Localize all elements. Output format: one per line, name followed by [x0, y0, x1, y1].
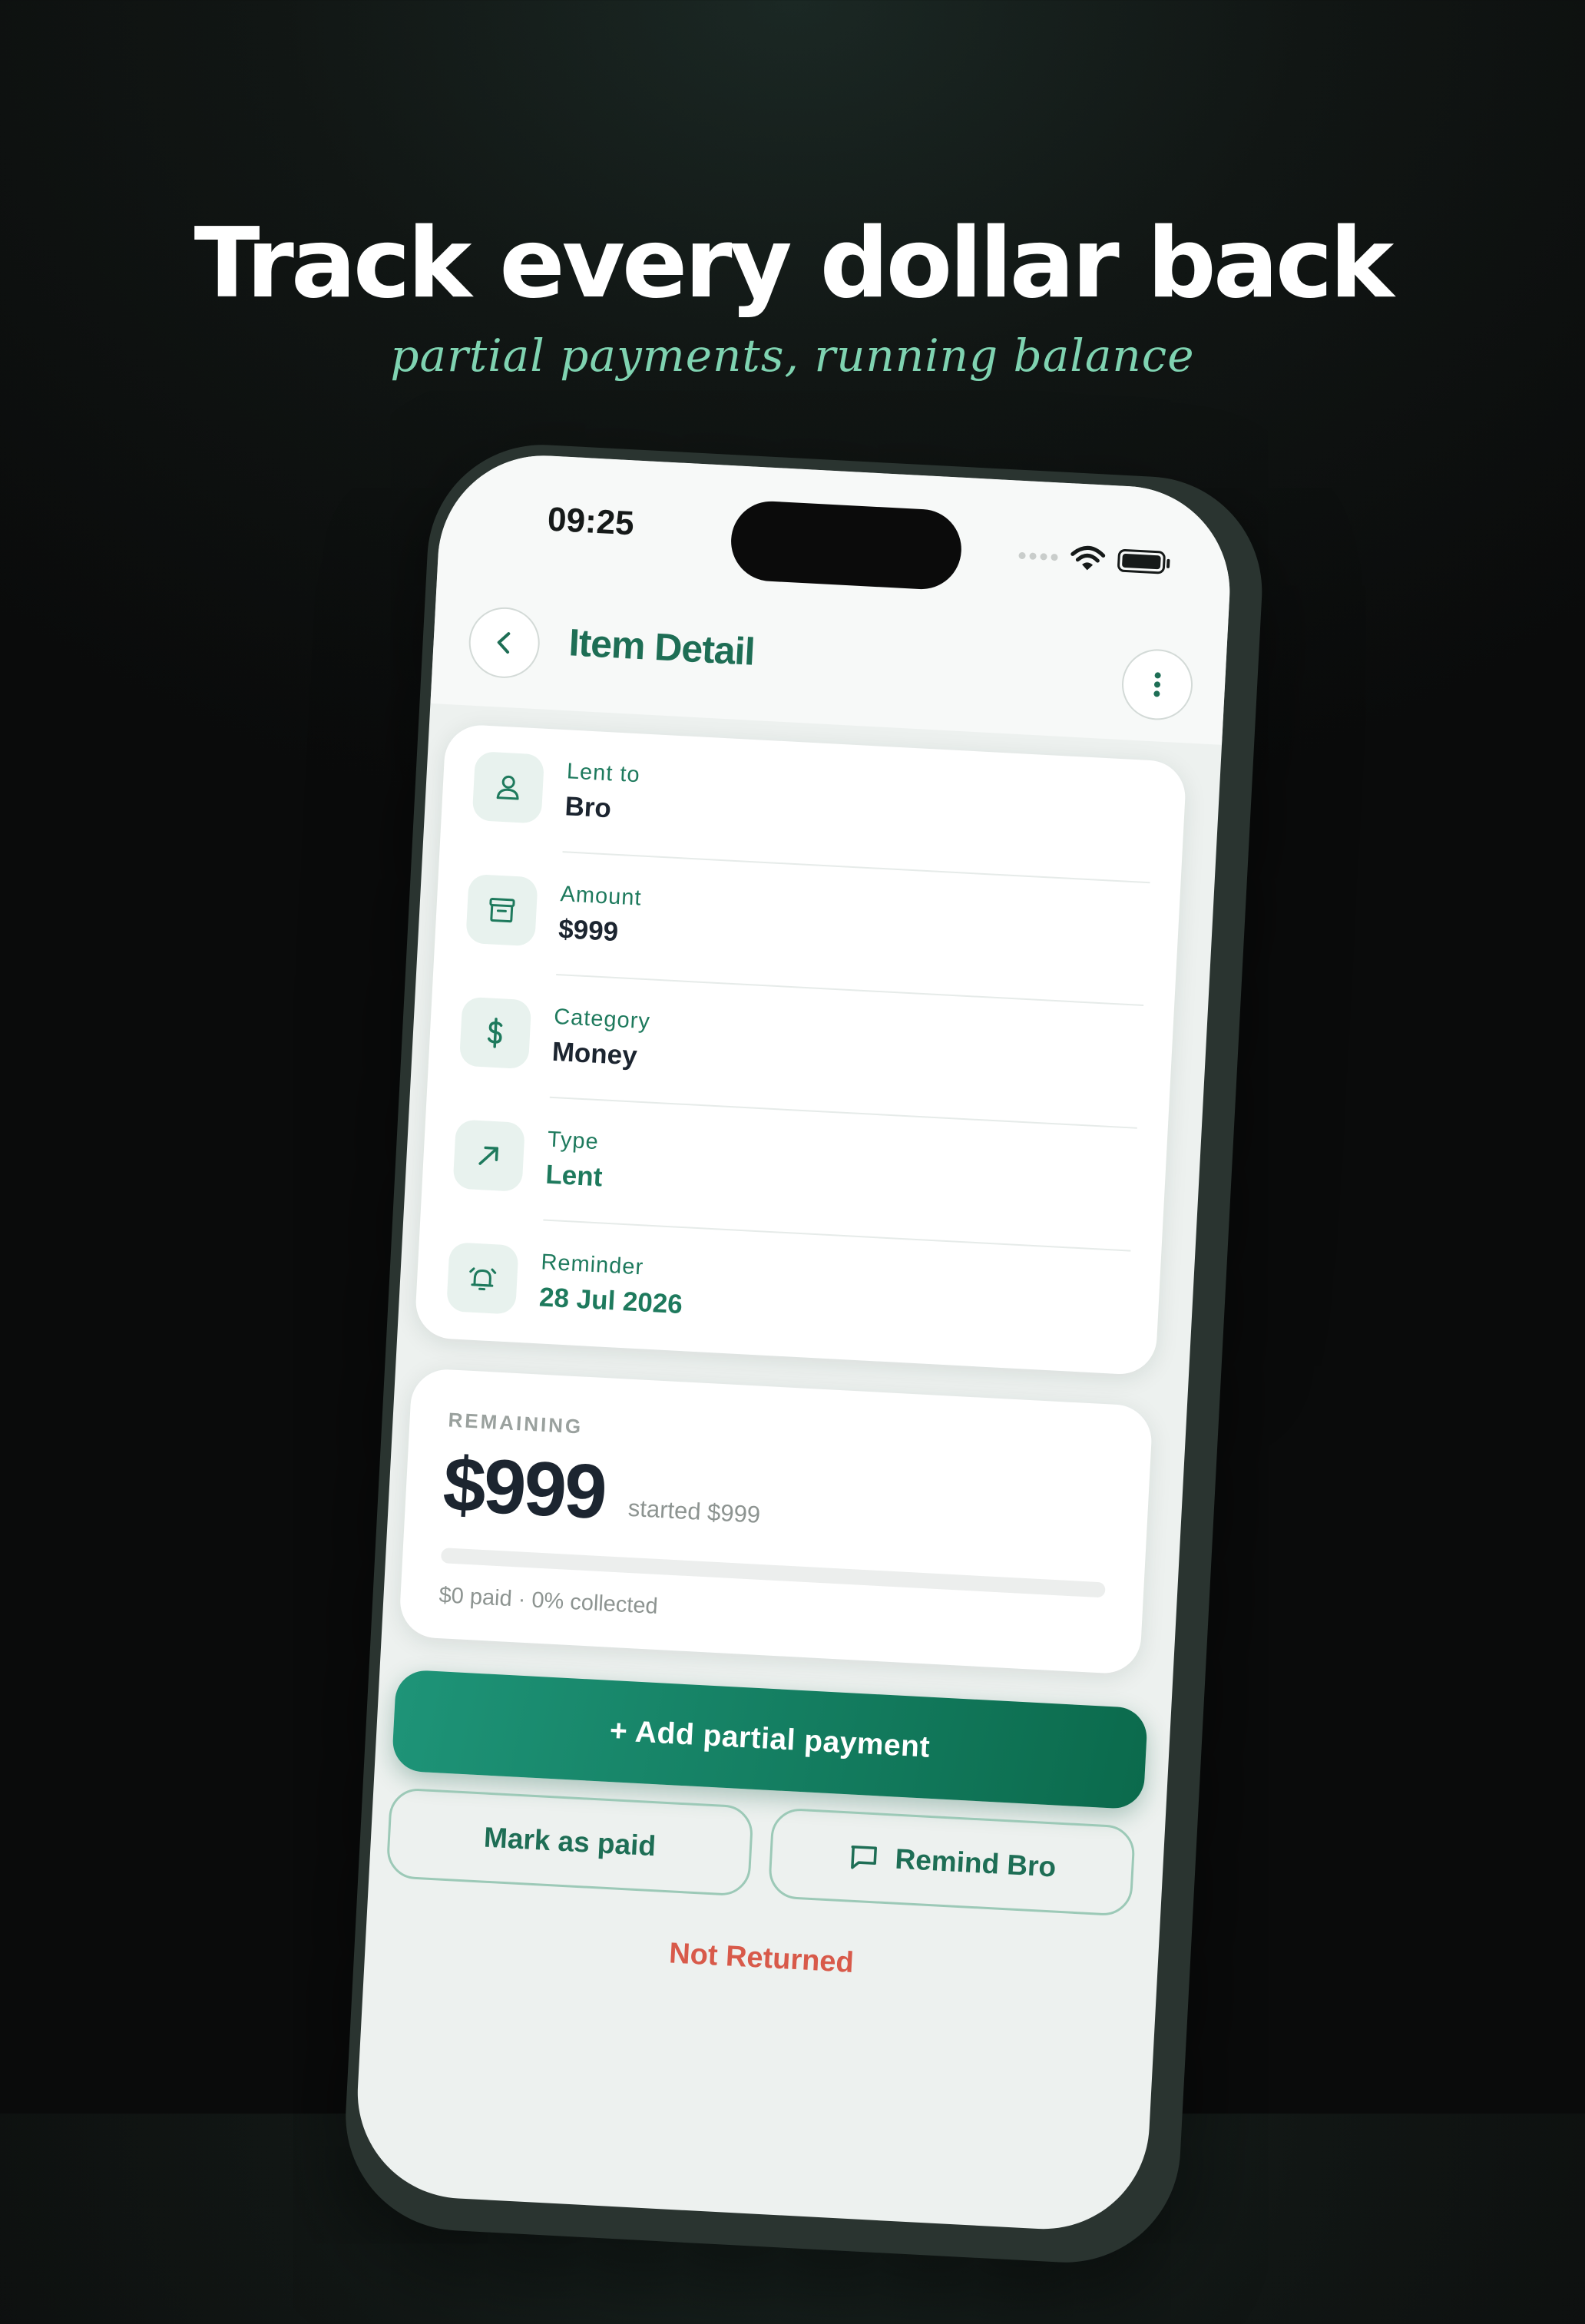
payment-summary: $0 paid · 0% collected [438, 1583, 659, 1619]
mark-as-paid-label: Mark as paid [483, 1821, 657, 1862]
progress-fill [440, 1548, 442, 1564]
add-partial-payment-button[interactable]: + Add partial payment [391, 1669, 1149, 1810]
person-icon [472, 751, 545, 824]
hero-title: Track every dollar back [194, 207, 1395, 319]
wifi-icon [1070, 545, 1107, 572]
detail-value: Bro [564, 791, 612, 824]
chevron-left-icon [497, 632, 511, 654]
remind-label: Remind Bro [894, 1842, 1057, 1883]
remaining-label: REMAINING [447, 1408, 584, 1438]
header-area [430, 450, 1236, 745]
detail-value: $999 [558, 914, 620, 948]
hero-subtitle: partial payments, running balance [390, 329, 1195, 382]
remind-button[interactable]: Remind Bro [767, 1807, 1137, 1917]
remaining-amount: $999 [441, 1441, 607, 1536]
alarm-icon [446, 1242, 519, 1315]
message-icon [851, 1845, 878, 1869]
detail-label: Amount [559, 882, 643, 911]
phone-mockup: 09:25 Item Detail Lent to Bro Amount $99… [337, 439, 1277, 2324]
mark-as-paid-button[interactable]: Mark as paid [385, 1787, 754, 1897]
detail-label: Category [553, 1004, 651, 1035]
detail-label: Lent to [566, 759, 641, 788]
arrow-up-right-icon [452, 1119, 526, 1192]
detail-label: Reminder [540, 1250, 644, 1280]
status-time: 09:25 [546, 500, 635, 543]
dollar-icon [458, 996, 532, 1070]
detail-value: 28 Jul 2026 [538, 1282, 683, 1320]
more-vertical-icon [1153, 672, 1161, 697]
item-status-text: Not Returned [668, 1937, 855, 1979]
detail-value: Lent [544, 1159, 604, 1193]
detail-label: Type [547, 1127, 600, 1155]
dynamic-island [729, 499, 964, 591]
started-amount: started $999 [627, 1494, 762, 1528]
detail-value: Money [551, 1036, 638, 1071]
signal-icon [1018, 551, 1058, 561]
remaining-balance-card: REMAINING $999 started $999 $0 paid · 0%… [398, 1367, 1153, 1675]
phone-frame: 09:25 Item Detail Lent to Bro Amount $99… [339, 439, 1268, 2269]
box-icon [465, 873, 538, 947]
battery-icon [1117, 548, 1166, 574]
item-details-card: Lent to Bro Amount $999 Category Money T… [414, 723, 1187, 1376]
phone-screen: 09:25 Item Detail Lent to Bro Amount $99… [352, 450, 1236, 2235]
